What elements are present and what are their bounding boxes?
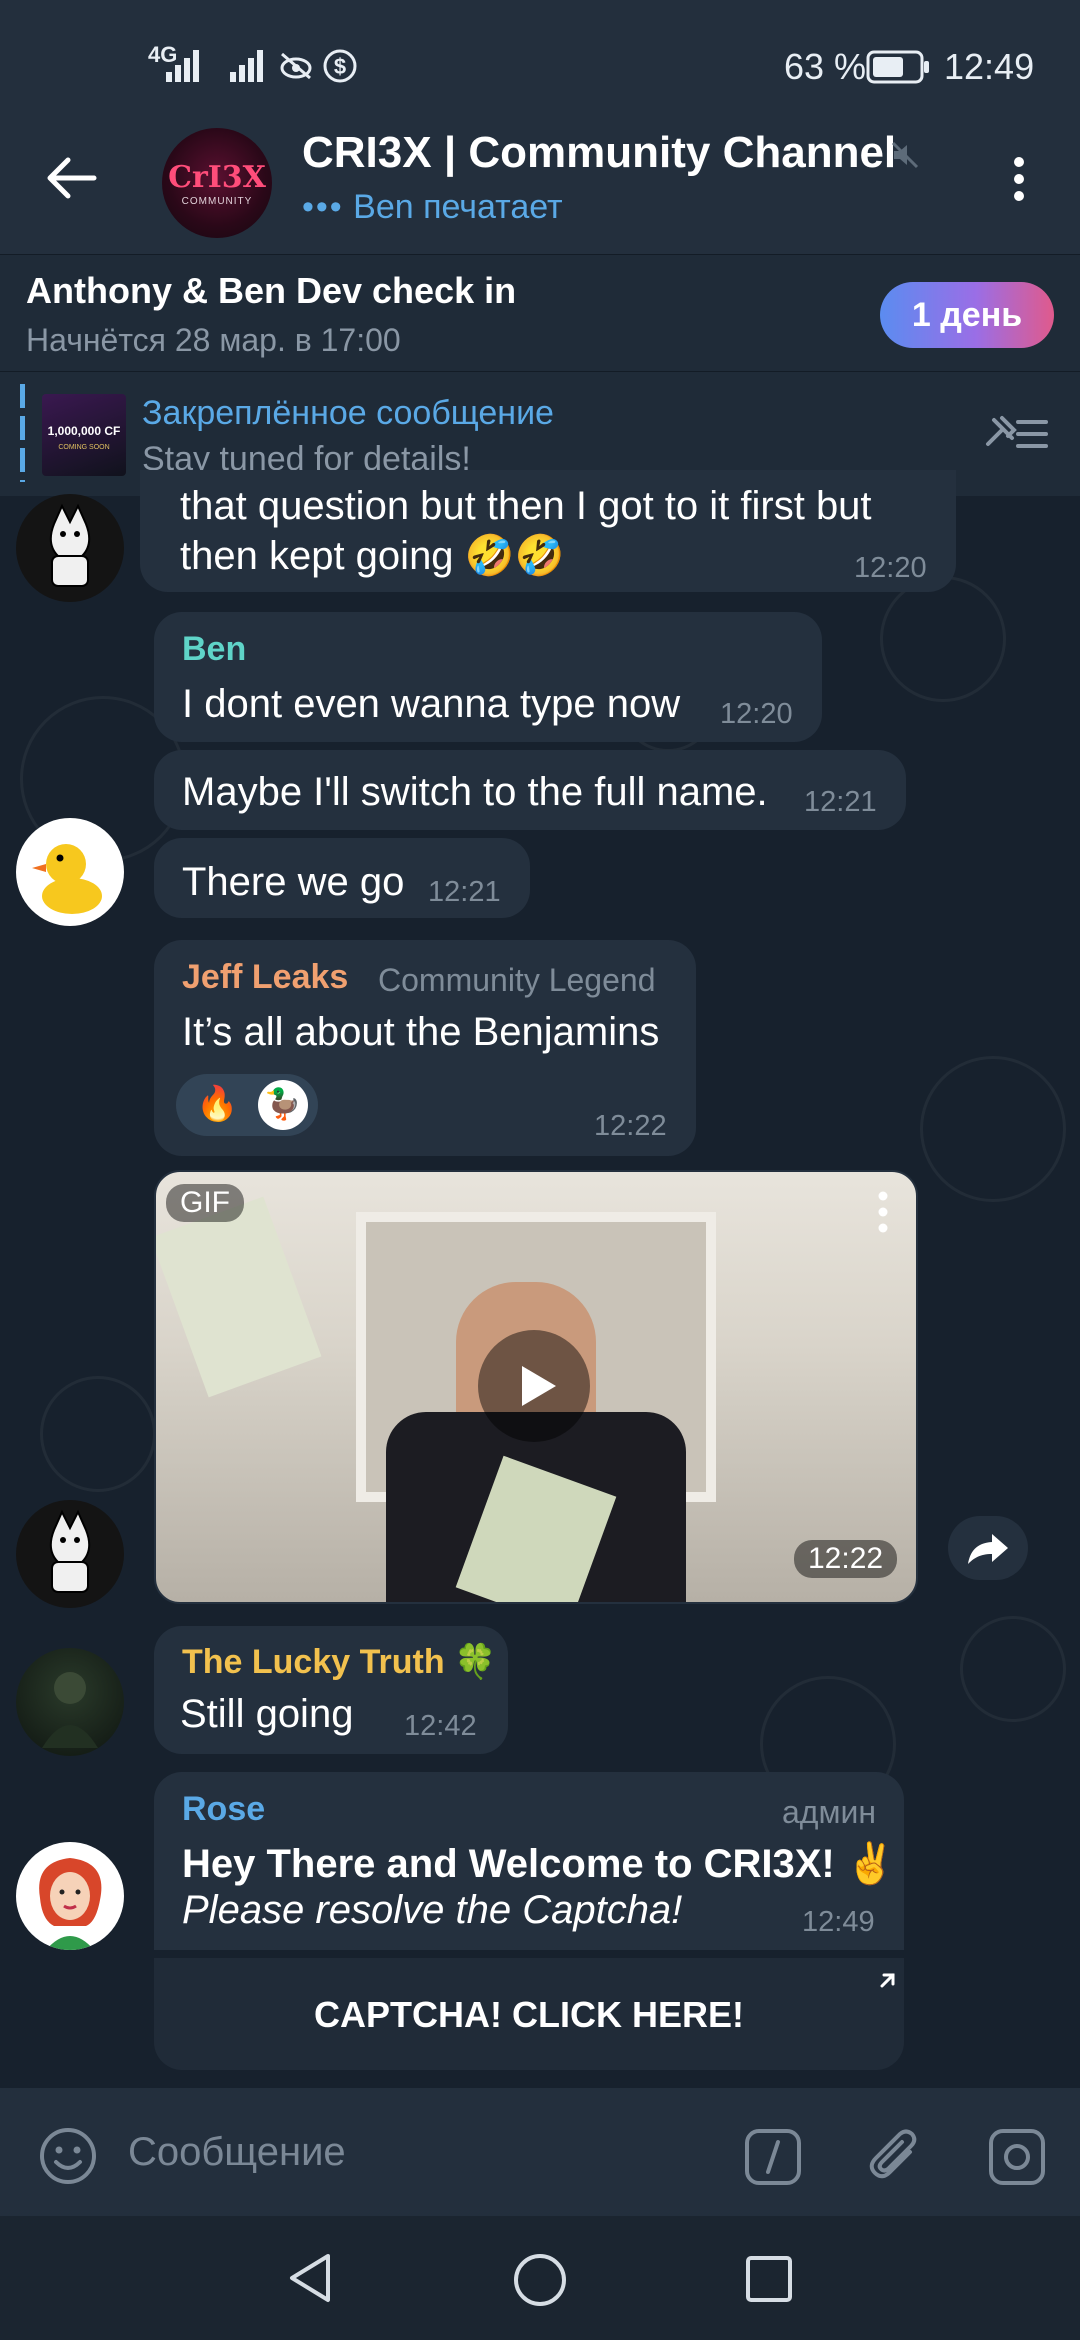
message-text: I dont even wanna type now bbox=[182, 682, 681, 726]
message-text: There we go bbox=[182, 860, 405, 904]
status-bar: 4G $ 63 % 12:49 bbox=[0, 0, 1080, 130]
gif-time: 12:22 bbox=[794, 1540, 898, 1578]
typing-dots-icon: ••• bbox=[302, 188, 344, 226]
gif-menu-icon[interactable] bbox=[874, 1190, 892, 1234]
avatar-rose[interactable] bbox=[16, 1842, 124, 1950]
message-time: 12:22 bbox=[594, 1110, 667, 1142]
background-doodle bbox=[880, 576, 1006, 702]
background-doodle bbox=[40, 1376, 156, 1492]
sender-name[interactable]: Rose bbox=[182, 1790, 265, 1829]
avatar-duck[interactable] bbox=[16, 818, 124, 926]
message-text: Hey There and Welcome to CRI3X! ✌️ bbox=[182, 1842, 896, 1886]
message-time: 12:49 bbox=[802, 1906, 875, 1938]
svg-text:$: $ bbox=[334, 54, 346, 79]
wolf-icon bbox=[49, 1509, 91, 1593]
duck-reaction-avatar: 🦆 bbox=[258, 1080, 308, 1130]
admin-badge: админ bbox=[782, 1794, 877, 1830]
message-text: then kept going 🤣🤣 bbox=[180, 534, 565, 578]
fire-reaction-icon[interactable]: 🔥 bbox=[196, 1084, 238, 1124]
pinned-indicator-line bbox=[20, 384, 25, 482]
pinned-thumbnail-subtext: COMING SOON bbox=[58, 444, 110, 451]
gif-message[interactable]: GIF 12:22 bbox=[154, 1170, 918, 1604]
event-subtitle: Начнётся 28 мар. в 17:00 bbox=[26, 322, 401, 358]
captcha-button-label: CAPTCHA! CLICK HERE! bbox=[314, 1994, 744, 2035]
message-text: Maybe I'll switch to the full name. bbox=[182, 770, 768, 814]
channel-avatar[interactable]: CrI3X COMMUNITY bbox=[162, 128, 272, 238]
background-doodle bbox=[960, 1616, 1066, 1722]
chat-title[interactable]: CRI3X | Community Channel bbox=[302, 128, 896, 178]
forward-button[interactable] bbox=[948, 1516, 1028, 1580]
person-icon bbox=[42, 1672, 98, 1748]
channel-avatar-subtext: COMMUNITY bbox=[181, 196, 253, 207]
duck-icon bbox=[32, 844, 102, 914]
pinned-thumbnail-text: 1,000,000 CF bbox=[47, 424, 121, 438]
message-text: that question but then I got to it first… bbox=[180, 484, 872, 528]
camera-icon[interactable] bbox=[988, 2128, 1046, 2186]
nfc-icon bbox=[280, 52, 312, 80]
avatar-wolf[interactable] bbox=[16, 1500, 124, 1608]
play-button[interactable] bbox=[478, 1330, 590, 1442]
message-time: 12:21 bbox=[428, 876, 501, 908]
back-arrow-icon[interactable] bbox=[44, 156, 98, 200]
battery-percent: 63 % bbox=[784, 46, 867, 87]
emoji-icon[interactable] bbox=[38, 2126, 98, 2186]
message-text: It’s all about the Benjamins bbox=[182, 1010, 660, 1054]
message-input[interactable]: Сообщение bbox=[128, 2130, 346, 2175]
rose-character-icon bbox=[39, 1858, 102, 1950]
battery-icon bbox=[866, 50, 929, 84]
typing-text: Ben печатает bbox=[353, 188, 563, 226]
forward-icon bbox=[968, 1534, 1008, 1564]
message-time: 12:42 bbox=[404, 1710, 477, 1742]
typing-indicator: ••• Ben печатает bbox=[302, 188, 563, 227]
pinned-title: Закреплённое сообщение bbox=[142, 394, 554, 432]
gif-badge: GIF bbox=[166, 1184, 244, 1222]
reactions-pill[interactable]: 🔥 🦆 bbox=[176, 1074, 318, 1136]
muted-icon bbox=[891, 141, 919, 169]
nav-home-icon[interactable] bbox=[512, 2252, 568, 2308]
avatar-wolf[interactable] bbox=[16, 494, 124, 602]
gif-money-left bbox=[156, 1196, 322, 1398]
dollar-icon: $ bbox=[323, 49, 357, 83]
sender-badge: Community Legend bbox=[378, 962, 656, 998]
sender-name[interactable]: The Lucky Truth 🍀 bbox=[182, 1642, 496, 1682]
message-text-italic: Please resolve the Captcha! bbox=[182, 1888, 683, 1932]
event-title: Anthony & Ben Dev check in bbox=[26, 270, 517, 311]
attach-icon[interactable] bbox=[864, 2126, 926, 2188]
message-time: 12:21 bbox=[804, 786, 877, 818]
message-text: Still going bbox=[180, 1692, 354, 1736]
sender-name[interactable]: Ben bbox=[182, 630, 246, 669]
background-doodle bbox=[920, 1056, 1066, 1202]
play-icon bbox=[522, 1366, 556, 1406]
event-countdown-badge[interactable]: 1 день bbox=[880, 282, 1054, 348]
pinned-thumbnail: 1,000,000 CF COMING SOON bbox=[42, 394, 126, 476]
external-link-icon bbox=[880, 1973, 895, 1988]
sender-name[interactable]: Jeff Leaks bbox=[182, 958, 348, 997]
avatar-lucky-truth[interactable] bbox=[16, 1648, 124, 1756]
signal-icon bbox=[166, 50, 199, 82]
signal-icon-2 bbox=[230, 50, 263, 82]
more-menu-icon[interactable] bbox=[1006, 154, 1032, 204]
wolf-icon bbox=[49, 503, 91, 587]
nav-back-icon[interactable] bbox=[284, 2250, 336, 2306]
message-time: 12:20 bbox=[720, 698, 793, 730]
clock: 12:49 bbox=[944, 46, 1035, 87]
channel-avatar-text: CrI3X bbox=[168, 160, 266, 195]
nav-recents-icon[interactable] bbox=[744, 2254, 794, 2304]
message-time: 12:20 bbox=[854, 552, 927, 584]
captcha-button[interactable]: CAPTCHA! CLICK HERE! bbox=[154, 1958, 904, 2070]
bot-command-icon[interactable] bbox=[744, 2128, 802, 2186]
pinned-list-icon[interactable] bbox=[984, 414, 1050, 454]
